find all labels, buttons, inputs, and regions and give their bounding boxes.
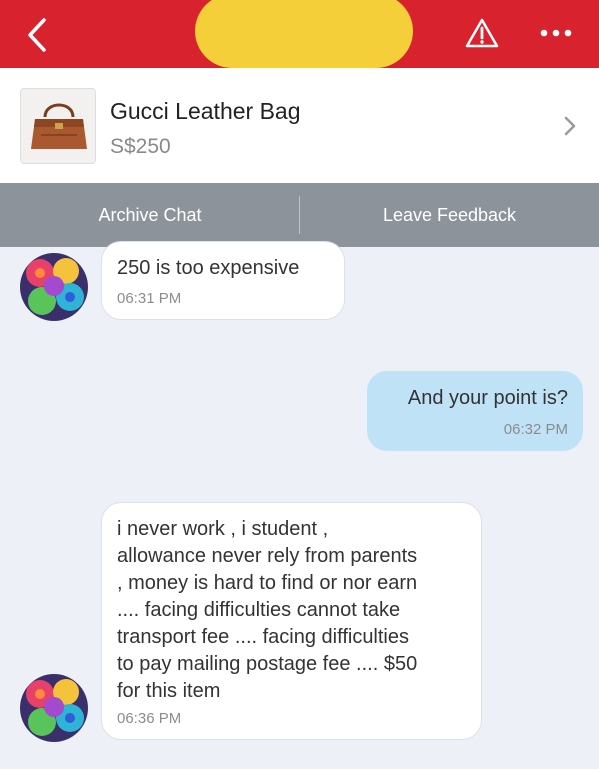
message-text: And your point is? bbox=[407, 387, 568, 409]
incoming-message-bubble: 250 is too expensive 06:31 PM bbox=[101, 241, 345, 320]
listing-title: Gucci Leather Bag bbox=[110, 98, 301, 124]
message-line: to pay mailing postage fee .... $50 bbox=[117, 653, 418, 675]
top-bar bbox=[0, 0, 599, 68]
message-line: .... facing difficulties cannot take bbox=[117, 599, 401, 621]
message-timestamp: 06:32 PM bbox=[503, 421, 568, 438]
report-button[interactable] bbox=[464, 16, 500, 50]
message-line: transport fee .... facing difficulties bbox=[117, 626, 410, 648]
message-timestamp: 06:36 PM bbox=[117, 710, 182, 727]
message-line: i never work , i student , bbox=[117, 518, 329, 540]
outgoing-message-bubble: And your point is? 06:32 PM bbox=[367, 371, 583, 451]
listing-price: S$250 bbox=[110, 135, 171, 158]
sender-avatar[interactable] bbox=[20, 253, 88, 321]
chat-action-bar: Archive Chat Leave Feedback bbox=[0, 183, 599, 247]
message-line: , money is hard to find or nor earn bbox=[117, 572, 418, 594]
redacted-username bbox=[195, 0, 413, 68]
chevron-left-icon bbox=[28, 18, 46, 52]
more-dots-icon bbox=[540, 29, 572, 37]
product-thumbnail bbox=[20, 88, 96, 164]
message-text: i never work , i student , allowance nev… bbox=[117, 516, 417, 705]
sender-avatar[interactable] bbox=[20, 674, 88, 742]
archive-chat-button[interactable]: Archive Chat bbox=[0, 183, 300, 247]
message-text: 250 is too expensive bbox=[117, 257, 300, 279]
listing-card[interactable]: Gucci Leather Bag S$250 bbox=[0, 68, 599, 183]
message-line: allowance never rely from parents bbox=[117, 545, 418, 567]
more-options-button[interactable] bbox=[536, 22, 576, 44]
incoming-message-bubble: i never work , i student , allowance nev… bbox=[101, 502, 482, 740]
back-button[interactable] bbox=[20, 12, 60, 56]
message-line: for this item bbox=[117, 680, 221, 702]
chevron-right-icon bbox=[564, 116, 576, 136]
warning-triangle-icon bbox=[465, 18, 499, 48]
message-timestamp: 06:31 PM bbox=[117, 290, 182, 307]
leave-feedback-button[interactable]: Leave Feedback bbox=[300, 183, 599, 247]
